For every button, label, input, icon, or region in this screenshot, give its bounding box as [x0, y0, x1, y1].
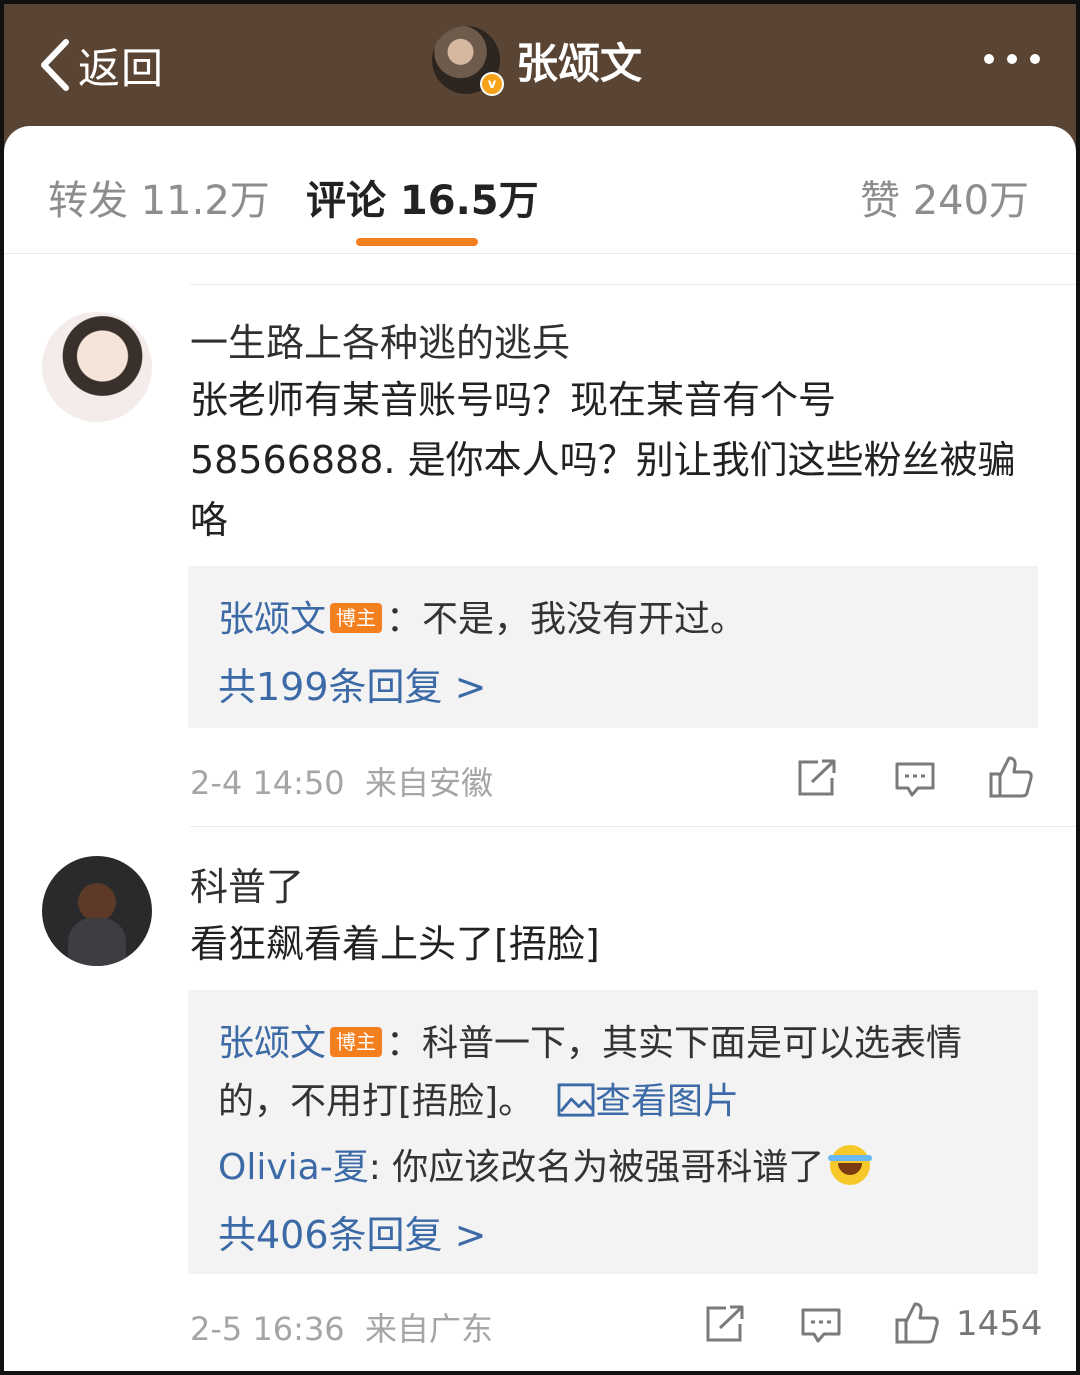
timestamp: 2-5 16:36	[190, 1310, 345, 1348]
back-label: 返回	[78, 43, 165, 93]
dot-icon	[984, 54, 994, 64]
image-icon	[557, 1083, 595, 1117]
comment-icon[interactable]	[800, 1306, 842, 1346]
dot-icon	[1007, 54, 1017, 64]
author-tag: 博主	[330, 1027, 383, 1057]
reply-text: ：科普一下，其实下面是可以选表情	[386, 1023, 963, 1064]
location: 来自广东	[365, 1310, 494, 1348]
reply-author[interactable]: 张颂文	[218, 599, 326, 640]
reply-text: 的，不用打[捂脸]。	[218, 1081, 535, 1122]
reply-count-link[interactable]: 共406条回复 >	[218, 1204, 486, 1259]
laugh-cry-emoji-icon	[828, 1145, 873, 1185]
reply-count-link[interactable]: 共199条回复 >	[218, 656, 486, 711]
reply-box[interactable]: 张颂文 博主 ：科普一下，其实下面是可以选表情 的，不用打[捂脸]。 查看图片 Ol…	[188, 990, 1038, 1274]
verified-icon: v	[480, 72, 504, 96]
timestamp: 2-4 14:50	[190, 764, 345, 802]
author-tag: 博主	[330, 603, 383, 633]
dot-icon	[1030, 54, 1040, 64]
thumbs-up-icon[interactable]	[988, 754, 1034, 800]
sub-reply-line: Olivia-夏: 你应该改名为被强哥科谱了	[218, 1138, 873, 1190]
like-count: 1454	[956, 1304, 1043, 1344]
reply-line: 张颂文 博主 ：科普一下，其实下面是可以选表情	[218, 1014, 962, 1066]
location: 来自安徽	[365, 764, 494, 802]
view-image-link[interactable]: 查看图片	[557, 1081, 739, 1122]
sub-reply-author[interactable]: Olivia-夏	[218, 1147, 369, 1188]
avatar[interactable]: v	[432, 26, 504, 96]
comment-meta: 2-5 16:36 来自广东	[190, 1304, 493, 1350]
app-frame: 返回 v 张颂文 转发 11.2万 评论 16.5万 赞 240万 一生路上各种…	[4, 4, 1076, 1371]
profile-name[interactable]: 张颂文	[516, 30, 642, 91]
sub-reply-text: : 你应该改名为被强哥科谱了	[368, 1147, 825, 1188]
reply-line: 张颂文 博主 ：不是，我没有开过。	[218, 590, 746, 642]
comment-icon[interactable]	[894, 760, 936, 800]
top-bar: 返回 v 张颂文	[4, 4, 1076, 136]
avatar[interactable]	[42, 312, 152, 422]
tab-bar: 转发 11.2万 评论 16.5万 赞 240万	[4, 126, 1076, 254]
reply-text: ：不是，我没有开过。	[386, 599, 747, 640]
reply-author[interactable]: 张颂文	[218, 1023, 326, 1064]
chevron-left-icon	[41, 39, 69, 91]
share-icon[interactable]	[704, 1304, 746, 1344]
share-icon[interactable]	[796, 758, 838, 798]
comments-card: 转发 11.2万 评论 16.5万 赞 240万 一生路上各种逃的逃兵 张老师有…	[4, 126, 1076, 1371]
divider	[190, 826, 1076, 827]
comment-text: 张老师有某音账号吗？现在某音有个号58566888. 是你本人吗？别让我们这些粉…	[190, 378, 1016, 542]
comment-username[interactable]: 一生路上各种逃的逃兵	[190, 312, 570, 367]
avatar[interactable]	[42, 856, 152, 966]
divider	[190, 284, 1076, 285]
back-button[interactable]: 返回	[34, 32, 164, 98]
view-image-label: 查看图片	[594, 1081, 739, 1122]
comment-username[interactable]: 科普了	[190, 856, 304, 911]
profile-header[interactable]: v 张颂文	[432, 26, 642, 96]
tab-likes[interactable]: 赞 240万	[860, 168, 1029, 226]
thumbs-up-icon[interactable]	[894, 1300, 940, 1346]
tab-comments[interactable]: 评论 16.5万	[306, 168, 539, 226]
reply-line: 的，不用打[捂脸]。 查看图片	[218, 1072, 739, 1124]
reply-box[interactable]: 张颂文 博主 ：不是，我没有开过。 共199条回复 >	[188, 566, 1038, 728]
active-tab-indicator	[356, 238, 478, 246]
more-options-button[interactable]	[984, 54, 1040, 64]
comment-text: 看狂飙看着上头了[捂脸]	[190, 922, 600, 966]
tab-reposts[interactable]: 转发 11.2万	[48, 168, 270, 226]
comment-meta: 2-4 14:50 来自安徽	[190, 758, 493, 804]
